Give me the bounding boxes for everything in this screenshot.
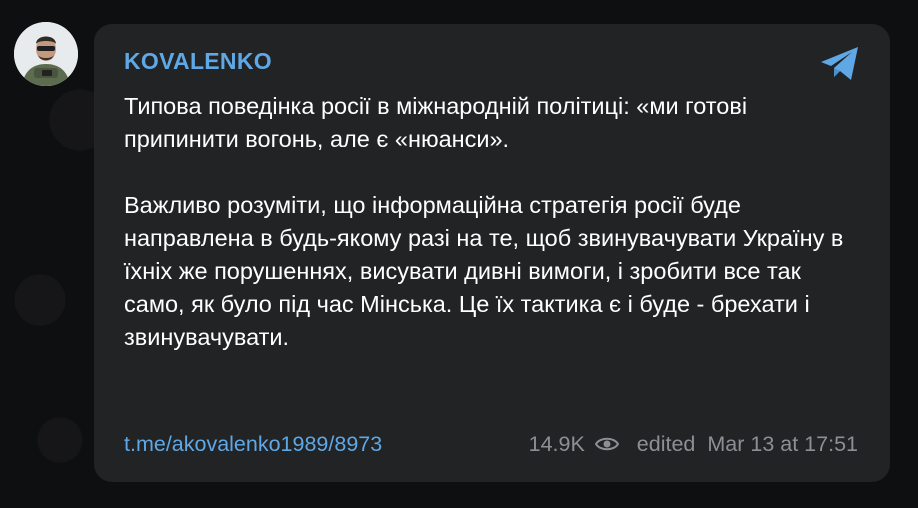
message-paragraph: Важливо розуміти, що інформаційна страте… <box>124 192 844 350</box>
message-footer: t.me/akovalenko1989/8973 14.9K edited Ma… <box>124 430 858 458</box>
message-paragraph: Типова поведінка росії в міжнародній пол… <box>124 93 748 152</box>
view-count: 14.9K <box>528 431 585 456</box>
eye-icon <box>594 437 619 451</box>
sender-name[interactable]: KOVALENKO <box>124 48 272 75</box>
timestamp: Mar 13 at 17:51 <box>707 431 858 456</box>
edited-label: edited <box>636 431 696 456</box>
message-bubble: KOVALENKO Типова поведінка росії в міжна… <box>94 24 890 482</box>
post-link[interactable]: t.me/akovalenko1989/8973 <box>124 432 382 457</box>
share-icon[interactable] <box>818 44 862 84</box>
message-text: Типова поведінка росії в міжнародній пол… <box>124 90 864 354</box>
avatar[interactable] <box>14 22 78 86</box>
